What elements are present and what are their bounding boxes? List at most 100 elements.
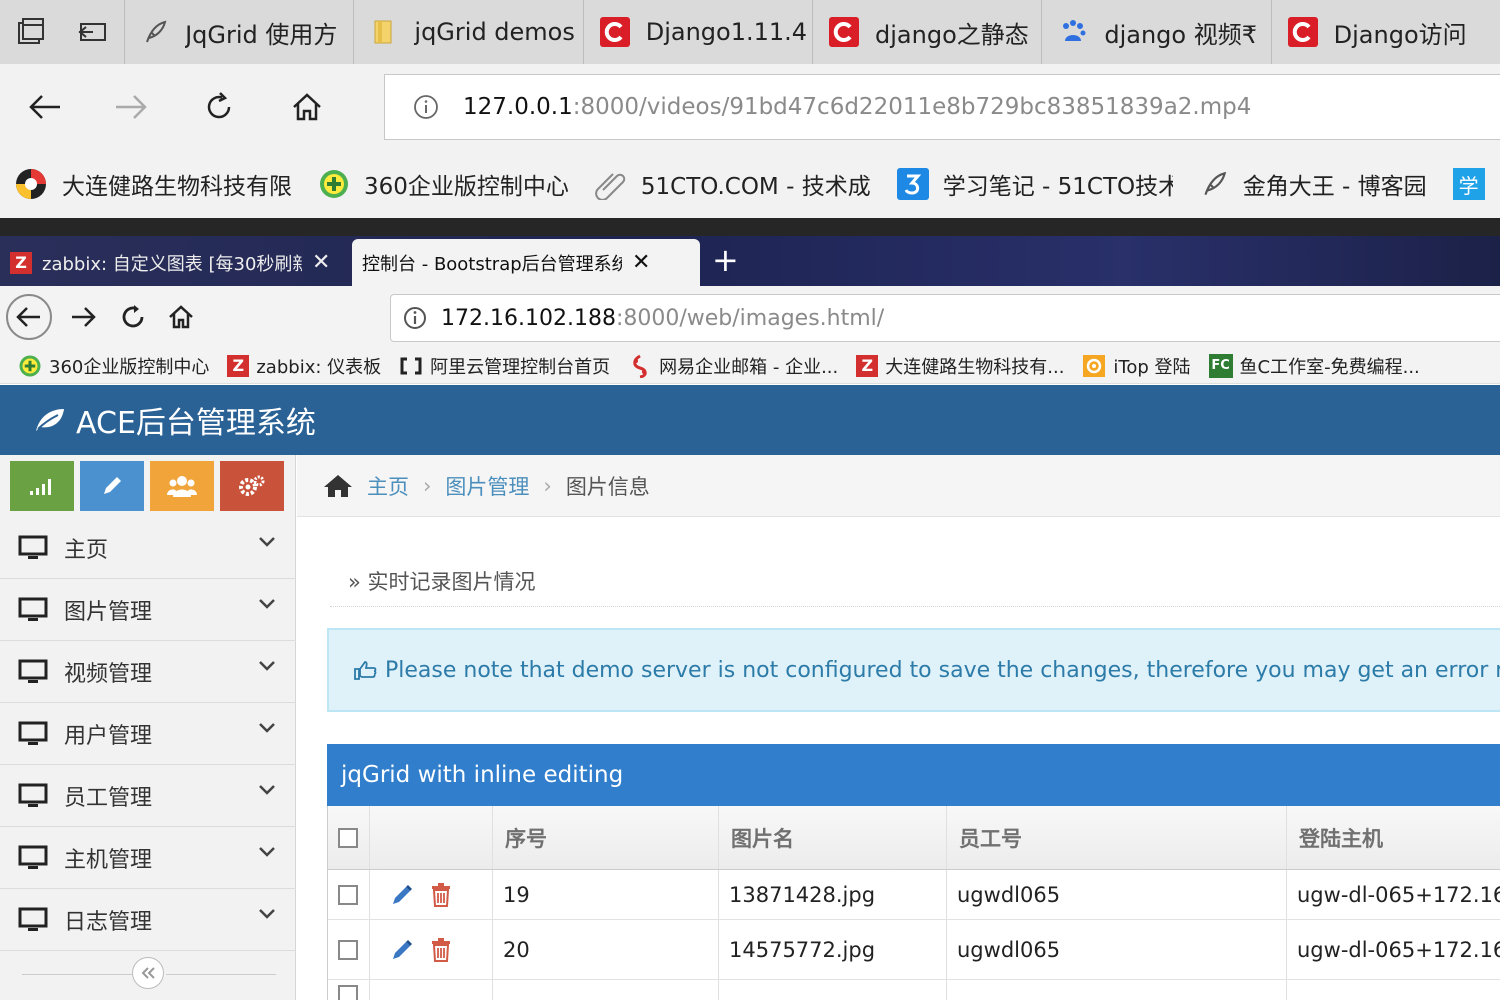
set-aside-tabs-icon[interactable] [62, 0, 124, 64]
close-icon[interactable]: ✕ [312, 250, 330, 275]
shortcut-success-button[interactable] [10, 461, 74, 511]
row-checkbox[interactable] [338, 884, 358, 905]
table-row[interactable]: 19 13871428.jpg ugwdl065 ugw-dl-065+172.… [328, 870, 1500, 920]
home-icon[interactable] [158, 294, 204, 340]
shortcut-warning-button[interactable] [150, 461, 214, 511]
sidebar-item-users[interactable]: 用户管理 [0, 703, 296, 765]
sidebar-item-hosts[interactable]: 主机管理 [0, 827, 296, 889]
table-row[interactable] [328, 980, 1500, 1000]
bookmark-label: 360企业版控制中心 [364, 174, 569, 200]
sidebar-item-label: 用户管理 [64, 723, 153, 749]
chevron-down-icon [258, 535, 276, 549]
sidebar-item-employees[interactable]: 员工管理 [0, 765, 296, 827]
inner-tab-console[interactable]: 控制台 - Bootstrap后台管理系统模板 ✕ [352, 239, 700, 286]
back-arrow-icon[interactable] [6, 294, 52, 340]
app-brand[interactable]: ACE后台管理系统 [76, 398, 316, 442]
shortcut-danger-button[interactable] [220, 461, 284, 511]
chevron-down-icon [258, 597, 276, 611]
bookmark[interactable]: Z 大连健路生物科技有... [856, 353, 1064, 379]
refresh-icon[interactable] [110, 294, 156, 340]
bookmark[interactable]: 阿里云管理控制台首页 [399, 353, 610, 379]
desktop-icon [18, 597, 48, 623]
breadcrumb-home[interactable]: 主页 [367, 471, 409, 501]
cell-employee: ugwdl065 [947, 870, 1287, 919]
bookmark[interactable]: 学 [1452, 168, 1485, 200]
pencil-icon[interactable] [390, 883, 414, 907]
jqgrid-table: 序号 图片名 员工号 登陆主机 19 13871428.jpg ugwdl065… [327, 806, 1500, 1000]
cell-employee [947, 980, 1287, 1000]
back-arrow-icon[interactable] [20, 82, 70, 132]
bookmark[interactable]: 学习笔记 - 51CTO技术 [896, 167, 1173, 201]
outer-tab[interactable]: django之静态 [812, 0, 1041, 64]
desktop-icon [18, 783, 48, 809]
bookmark-label: iTop 登陆 [1113, 356, 1191, 378]
sidebar-item-home[interactable]: 主页 [0, 517, 296, 579]
info-icon[interactable] [413, 94, 439, 120]
trash-icon[interactable] [430, 937, 452, 962]
row-actions-cell [370, 870, 493, 919]
sidebar-item-videos[interactable]: 视频管理 [0, 641, 296, 703]
outer-tab-label: django 视频₹ [1104, 20, 1257, 49]
bookmark[interactable]: 金角大王 - 博客园 [1199, 167, 1427, 201]
cogs-icon [238, 474, 266, 498]
bookmark-label: 鱼C工作室-免费编程... [1239, 356, 1420, 378]
c-logo-icon [1287, 17, 1318, 47]
breadcrumb-section[interactable]: 图片管理 [445, 471, 529, 501]
header-cell-select [328, 806, 370, 869]
close-icon[interactable]: ✕ [632, 250, 650, 275]
outer-tab[interactable]: Django访问 [1270, 0, 1500, 64]
grid-caption: jqGrid with inline editing [327, 744, 1500, 806]
bookmark[interactable]: FC 鱼C工作室-免费编程... [1208, 353, 1420, 379]
bookmark[interactable]: 51CTO.COM - 技术成 [595, 167, 871, 201]
chevron-down-icon [258, 845, 276, 859]
refresh-icon[interactable] [194, 82, 244, 132]
new-tab-button[interactable]: + [712, 242, 739, 278]
row-checkbox[interactable] [338, 985, 358, 1000]
row-checkbox[interactable] [338, 939, 358, 960]
header-cell[interactable]: 员工号 [947, 806, 1287, 869]
plus-shield-icon [318, 168, 350, 200]
sidebar-item-images[interactable]: 图片管理 [0, 579, 296, 641]
inner-nav-bar: 172.16.102.188:8000/web/images.html/ [0, 286, 1500, 348]
outer-address-bar[interactable]: 127.0.0.1:8000/videos/91bd47c6d22011e8b7… [384, 74, 1500, 140]
outer-tab[interactable]: Django1.11.4 [582, 0, 812, 64]
header-cell[interactable]: 登陆主机 [1287, 806, 1500, 869]
forward-arrow-icon[interactable] [106, 82, 156, 132]
tab-preview-icon[interactable] [0, 0, 62, 64]
bookmark-label: 51CTO.COM - 技术成 [640, 174, 871, 200]
outer-tab[interactable]: django 视频₹ [1041, 0, 1270, 64]
inner-address-bar[interactable]: 172.16.102.188:8000/web/images.html/ [390, 294, 1500, 342]
select-all-checkbox[interactable] [338, 827, 358, 848]
pencil-icon[interactable] [390, 938, 414, 962]
trash-icon[interactable] [430, 882, 452, 907]
sidebar-item-logs[interactable]: 日志管理 [0, 889, 296, 951]
forward-arrow-icon[interactable] [60, 294, 106, 340]
info-icon[interactable] [403, 306, 427, 330]
row-actions-cell [370, 920, 493, 979]
inner-tab-zabbix[interactable]: Z zabbix: 自定义图表 [每30秒刷新] ✕ [0, 239, 344, 286]
outer-tab[interactable]: JqGrid 使用方 [124, 0, 353, 64]
desktop-icon [18, 659, 48, 685]
bookmark[interactable]: 360企业版控制中心 [18, 353, 209, 379]
cell-employee: ugwdl065 [947, 920, 1287, 979]
aliyun-icon [399, 356, 423, 376]
outer-bookmarks-bar: 大连健路生物科技有限 360企业版控制中心 51CTO.COM - 技术成 学习… [0, 150, 1500, 218]
bookmark[interactable]: iTop 登陆 [1082, 353, 1191, 379]
table-row[interactable]: 20 14575772.jpg ugwdl065 ugw-dl-065+172.… [328, 920, 1500, 980]
study-badge-icon: 学 [1452, 168, 1485, 200]
outer-tab[interactable]: jqGrid demos [353, 0, 582, 64]
bookmark[interactable]: 360企业版控制中心 [318, 167, 569, 201]
sidebar-collapse-button[interactable] [132, 957, 164, 989]
bookmark[interactable]: Z zabbix: 仪表板 [227, 353, 381, 379]
bookmark-label: 阿里云管理控制台首页 [430, 356, 611, 378]
sidebar-item-label: 主页 [64, 537, 109, 563]
header-cell[interactable]: 图片名 [719, 806, 947, 869]
signal-icon [29, 477, 55, 495]
home-icon[interactable] [323, 474, 353, 498]
home-icon[interactable] [282, 82, 332, 132]
bookmark[interactable]: 大连健路生物科技有限 [14, 167, 292, 201]
header-cell[interactable]: 序号 [493, 806, 719, 869]
bookmark-label: 网易企业邮箱 - 企业... [659, 356, 839, 378]
bookmark[interactable]: 网易企业邮箱 - 企业... [628, 353, 838, 379]
shortcut-info-button[interactable] [80, 461, 144, 511]
